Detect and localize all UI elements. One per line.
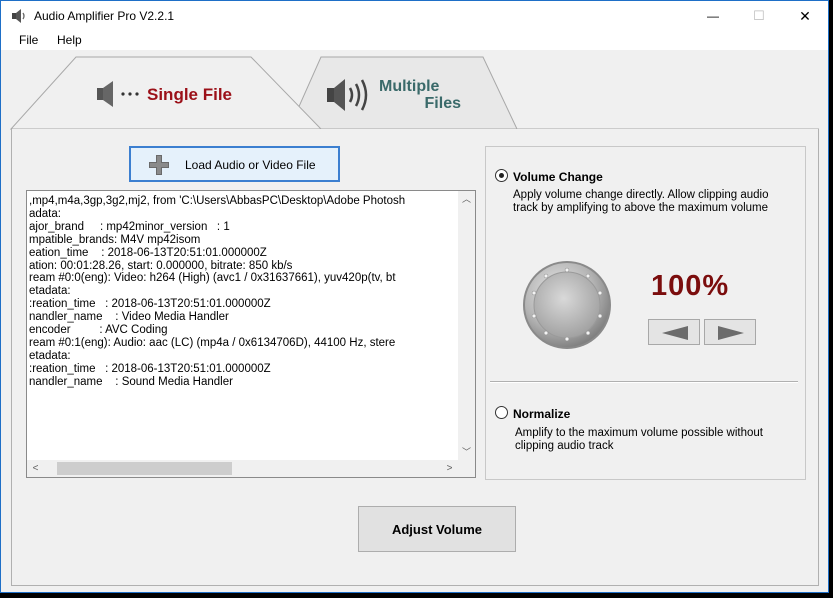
plus-icon [149,155,169,175]
log-line: mpatible_brands: M4V mp42isom [29,233,201,246]
app-speaker-icon [12,9,25,23]
menu-file[interactable]: File [19,33,38,47]
log-line: etadata: [29,285,71,298]
normalize-description: Amplify to the maximum volume possible w… [515,427,763,452]
tab-multiple-files[interactable]: Multiple Files [301,57,501,127]
log-line: nandler_name : Video Media Handler [29,311,229,324]
maximize-button[interactable]: ☐ [736,1,782,31]
scroll-down-icon[interactable]: ﹀ [458,444,475,461]
volume-change-description: Apply volume change directly. Allow clip… [513,189,769,214]
close-icon: ✕ [799,7,811,24]
menu-help[interactable]: Help [57,33,82,47]
menu-bar: File Help [1,31,828,50]
log-line: ream #0:0(eng): Video: h264 (High) (avc1… [29,272,396,285]
close-button[interactable]: ✕ [782,1,828,31]
volume-knob[interactable] [522,260,612,350]
vertical-scrollbar[interactable]: ︿ ﹀ [458,191,475,461]
media-info-textbox[interactable]: ,mp4,m4a,3gp,3g2,mj2, from 'C:\Users\Abb… [26,190,476,478]
normalize-title[interactable]: Normalize [513,407,570,421]
log-line: nandler_name : Sound Media Handler [29,375,233,388]
adjust-volume-button[interactable]: Adjust Volume [358,506,516,552]
log-line: :reation_time : 2018-06-13T20:51:01.0000… [29,362,271,375]
volume-change-radio[interactable] [495,169,508,182]
log-line: etadata: [29,349,71,362]
load-file-button[interactable]: Load Audio or Video File [129,146,340,182]
log-line: ajor_brand : mp42minor_version : 1 [29,220,230,233]
log-line: encoder : AVC Coding [29,324,168,337]
arrow-right-icon [718,326,744,340]
speaker-loud-icon [327,79,368,111]
window-title: Audio Amplifier Pro V2.2.1 [34,9,175,23]
log-line: ream #0:1(eng): Audio: aac (LC) (mp4a / … [29,336,396,349]
app-window: Audio Amplifier Pro V2.2.1 — ☐ ✕ File He… [0,0,829,593]
options-separator [490,381,798,383]
arrow-left-icon [662,326,688,340]
log-line: ,mp4,m4a,3gp,3g2,mj2, from 'C:\Users\Abb… [29,195,406,207]
log-line: :reation_time : 2018-06-13T20:51:01.0000… [29,298,271,311]
volume-increase-button[interactable] [704,319,756,345]
tab-multiple-label-line1: Multiple [379,78,440,95]
volume-decrease-button[interactable] [648,319,700,345]
load-file-label: Load Audio or Video File [185,158,316,172]
scroll-up-icon[interactable]: ︿ [458,191,475,208]
tab-single-label: Single File [147,85,233,104]
log-line: adata: [29,207,61,220]
tab-multiple-label-line2: Files [424,95,461,112]
adjust-volume-label: Adjust Volume [391,521,483,537]
horizontal-scroll-thumb[interactable] [57,462,232,475]
horizontal-scrollbar[interactable]: < > [27,460,475,477]
media-info-text: ,mp4,m4a,3gp,3g2,mj2, from 'C:\Users\Abb… [29,195,457,451]
title-bar[interactable]: Audio Amplifier Pro V2.2.1 — ☐ ✕ [1,1,828,31]
minimize-icon: — [707,9,719,23]
minimize-button[interactable]: — [690,1,736,31]
maximize-icon: ☐ [753,8,765,23]
scroll-right-icon[interactable]: > [441,460,458,477]
speaker-low-icon [97,81,139,107]
scroll-left-icon[interactable]: < [27,460,44,477]
log-line: eation_time : 2018-06-13T20:51:01.000000… [29,246,267,259]
normalize-radio[interactable] [495,406,508,419]
tab-multiple-label: Multiple Files [379,78,461,112]
volume-percent-readout: 100% [651,270,730,302]
tab-single-file[interactable]: Single File [41,57,291,127]
log-line: ation: 00:01:28.26, start: 0.000000, bit… [29,259,293,272]
volume-change-title[interactable]: Volume Change [513,170,603,184]
